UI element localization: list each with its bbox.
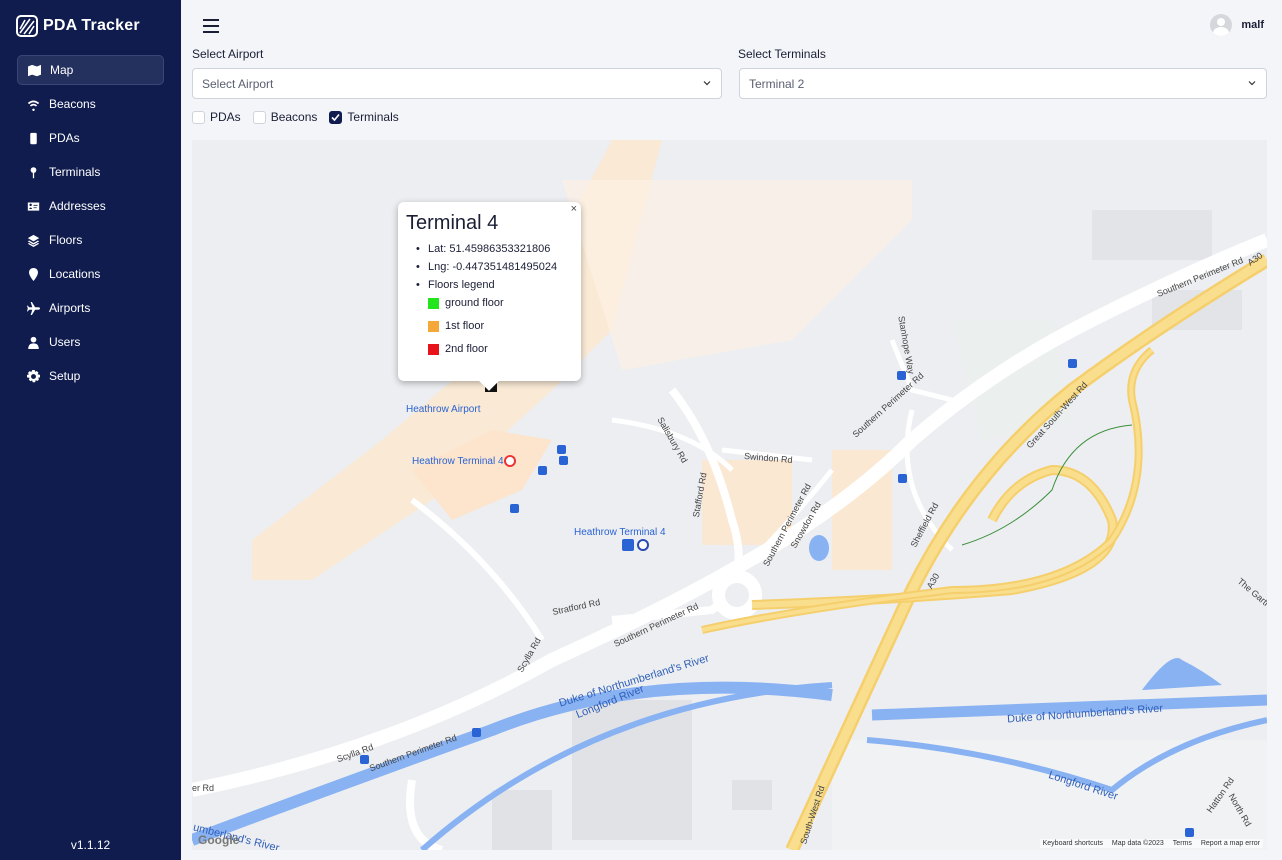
sidebar-item-addresses[interactable]: Addresses xyxy=(17,191,164,221)
legend-swatch xyxy=(428,320,439,332)
terminals-select-label: Select Terminals xyxy=(738,47,826,61)
legend-swatch xyxy=(428,343,439,355)
checkmark-icon xyxy=(331,113,341,121)
map-attribution: Keyboard shortcuts Map data ©2023 Terms … xyxy=(1039,839,1263,848)
pda-tracker-logo xyxy=(16,15,38,37)
location-icon xyxy=(29,267,38,281)
terminals-select[interactable]: Terminal 2 xyxy=(739,68,1267,99)
legend-item-2nd-floor: 2nd floor xyxy=(406,343,573,355)
sidebar-item-pdas[interactable]: PDAs xyxy=(17,123,164,153)
avatar xyxy=(1210,14,1233,36)
beacons-checkbox[interactable]: Beacons xyxy=(252,110,318,124)
sidebar-item-label: Floors xyxy=(49,233,83,247)
map-label-road: er Rd xyxy=(192,783,215,793)
sidebar-item-terminals[interactable]: Terminals xyxy=(17,157,164,187)
map-data-text: Map data ©2023 xyxy=(1111,840,1164,847)
sidebar-item-label: Addresses xyxy=(49,199,106,213)
popup-title: Terminal 4 xyxy=(406,212,499,234)
map-label-heathrow-t4-underground: Heathrow Terminal 4 xyxy=(412,456,504,467)
checkbox-box[interactable] xyxy=(329,110,343,124)
sidebar-nav: Map Beacons PDAs Terminals Addresses Flo… xyxy=(17,55,164,395)
main-content: malf Select Airport Select Airport Selec… xyxy=(181,0,1282,860)
legend-label: 1st floor xyxy=(445,320,485,332)
sidebar-item-setup[interactable]: Setup xyxy=(17,361,164,391)
sidebar-item-beacons[interactable]: Beacons xyxy=(17,89,164,119)
popup-lat: Lat: 51.45986353321806 xyxy=(416,243,573,255)
sidebar-item-label: Airports xyxy=(49,301,91,315)
address-card-icon xyxy=(27,201,40,211)
sidebar-item-locations[interactable]: Locations xyxy=(17,259,164,289)
sidebar-item-label: Map xyxy=(50,63,74,77)
app-version: v1.1.12 xyxy=(70,838,111,852)
gear-icon xyxy=(27,369,40,382)
google-logo[interactable]: Google xyxy=(198,833,239,847)
checkbox-label: Beacons xyxy=(270,110,318,124)
report-error-link[interactable]: Report a map error xyxy=(1201,840,1260,847)
popup-lng: Lng: -0.447351481495024 xyxy=(416,261,573,273)
sidebar-item-label: PDAs xyxy=(49,131,80,145)
checkbox-label: PDAs xyxy=(210,110,241,124)
pdas-checkbox[interactable]: PDAs xyxy=(192,110,241,124)
terminals-select-value: Terminal 2 xyxy=(749,76,805,91)
checkbox-box[interactable] xyxy=(252,110,266,124)
sidebar-item-floors[interactable]: Floors xyxy=(17,225,164,255)
sidebar-item-users[interactable]: Users xyxy=(17,327,164,357)
map-canvas[interactable]: Heathrow Airport Heathrow Terminal 4 Hea… xyxy=(192,140,1267,850)
legend-item-ground-floor: ground floor xyxy=(406,297,573,309)
legend-swatch xyxy=(428,297,439,309)
user-menu[interactable]: malf xyxy=(1210,14,1264,36)
brand[interactable]: PDA Tracker xyxy=(16,15,140,37)
checkbox-label: Terminals xyxy=(347,110,399,124)
username: malf xyxy=(1241,19,1264,31)
layers-icon xyxy=(27,234,40,247)
legend-label: 2nd floor xyxy=(445,343,488,355)
map-icon xyxy=(28,64,41,76)
sidebar: PDA Tracker Map Beacons PDAs Terminals A… xyxy=(0,0,181,860)
wifi-icon xyxy=(27,99,40,111)
sidebar-item-label: Terminals xyxy=(49,165,101,179)
map-label-heathrow-t4-station: Heathrow Terminal 4 xyxy=(574,527,666,538)
sidebar-item-label: Locations xyxy=(49,267,101,281)
chevron-down-icon xyxy=(1248,81,1256,86)
sidebar-item-label: Setup xyxy=(49,369,81,383)
layer-toggles: PDAs Beacons Terminals xyxy=(192,110,399,124)
legend-item-1st-floor: 1st floor xyxy=(406,320,573,332)
menu-toggle-icon[interactable] xyxy=(203,19,219,33)
airport-select-value: Select Airport xyxy=(202,76,274,91)
sidebar-item-label: Beacons xyxy=(49,97,96,111)
map-base-layer xyxy=(192,140,1267,850)
airport-select[interactable]: Select Airport xyxy=(192,68,722,99)
plane-icon xyxy=(27,301,40,315)
device-icon xyxy=(30,132,37,144)
terminal-info-popup: × Terminal 4 Lat: 51.45986353321806 Lng:… xyxy=(398,202,581,391)
brand-name: PDA Tracker xyxy=(43,17,140,34)
checkbox-box[interactable] xyxy=(192,110,205,124)
map-label-heathrow-airport: Heathrow Airport xyxy=(406,404,481,415)
terms-link[interactable]: Terms xyxy=(1173,840,1192,847)
pin-icon xyxy=(30,166,37,178)
terminals-checkbox[interactable]: Terminals xyxy=(329,110,399,124)
sidebar-item-airports[interactable]: Airports xyxy=(17,293,164,323)
sidebar-item-map[interactable]: Map xyxy=(17,55,164,85)
sidebar-item-label: Users xyxy=(49,335,81,349)
keyboard-shortcuts-link[interactable]: Keyboard shortcuts xyxy=(1043,840,1103,847)
legend-label: ground floor xyxy=(445,297,504,309)
popup-details: Lat: 51.45986353321806 Lng: -0.447351481… xyxy=(406,243,573,291)
airport-select-label: Select Airport xyxy=(192,47,264,61)
chevron-down-icon xyxy=(703,81,711,86)
user-icon xyxy=(28,336,39,349)
close-icon[interactable]: × xyxy=(571,203,577,215)
popup-legend-title: Floors legend xyxy=(416,279,573,291)
